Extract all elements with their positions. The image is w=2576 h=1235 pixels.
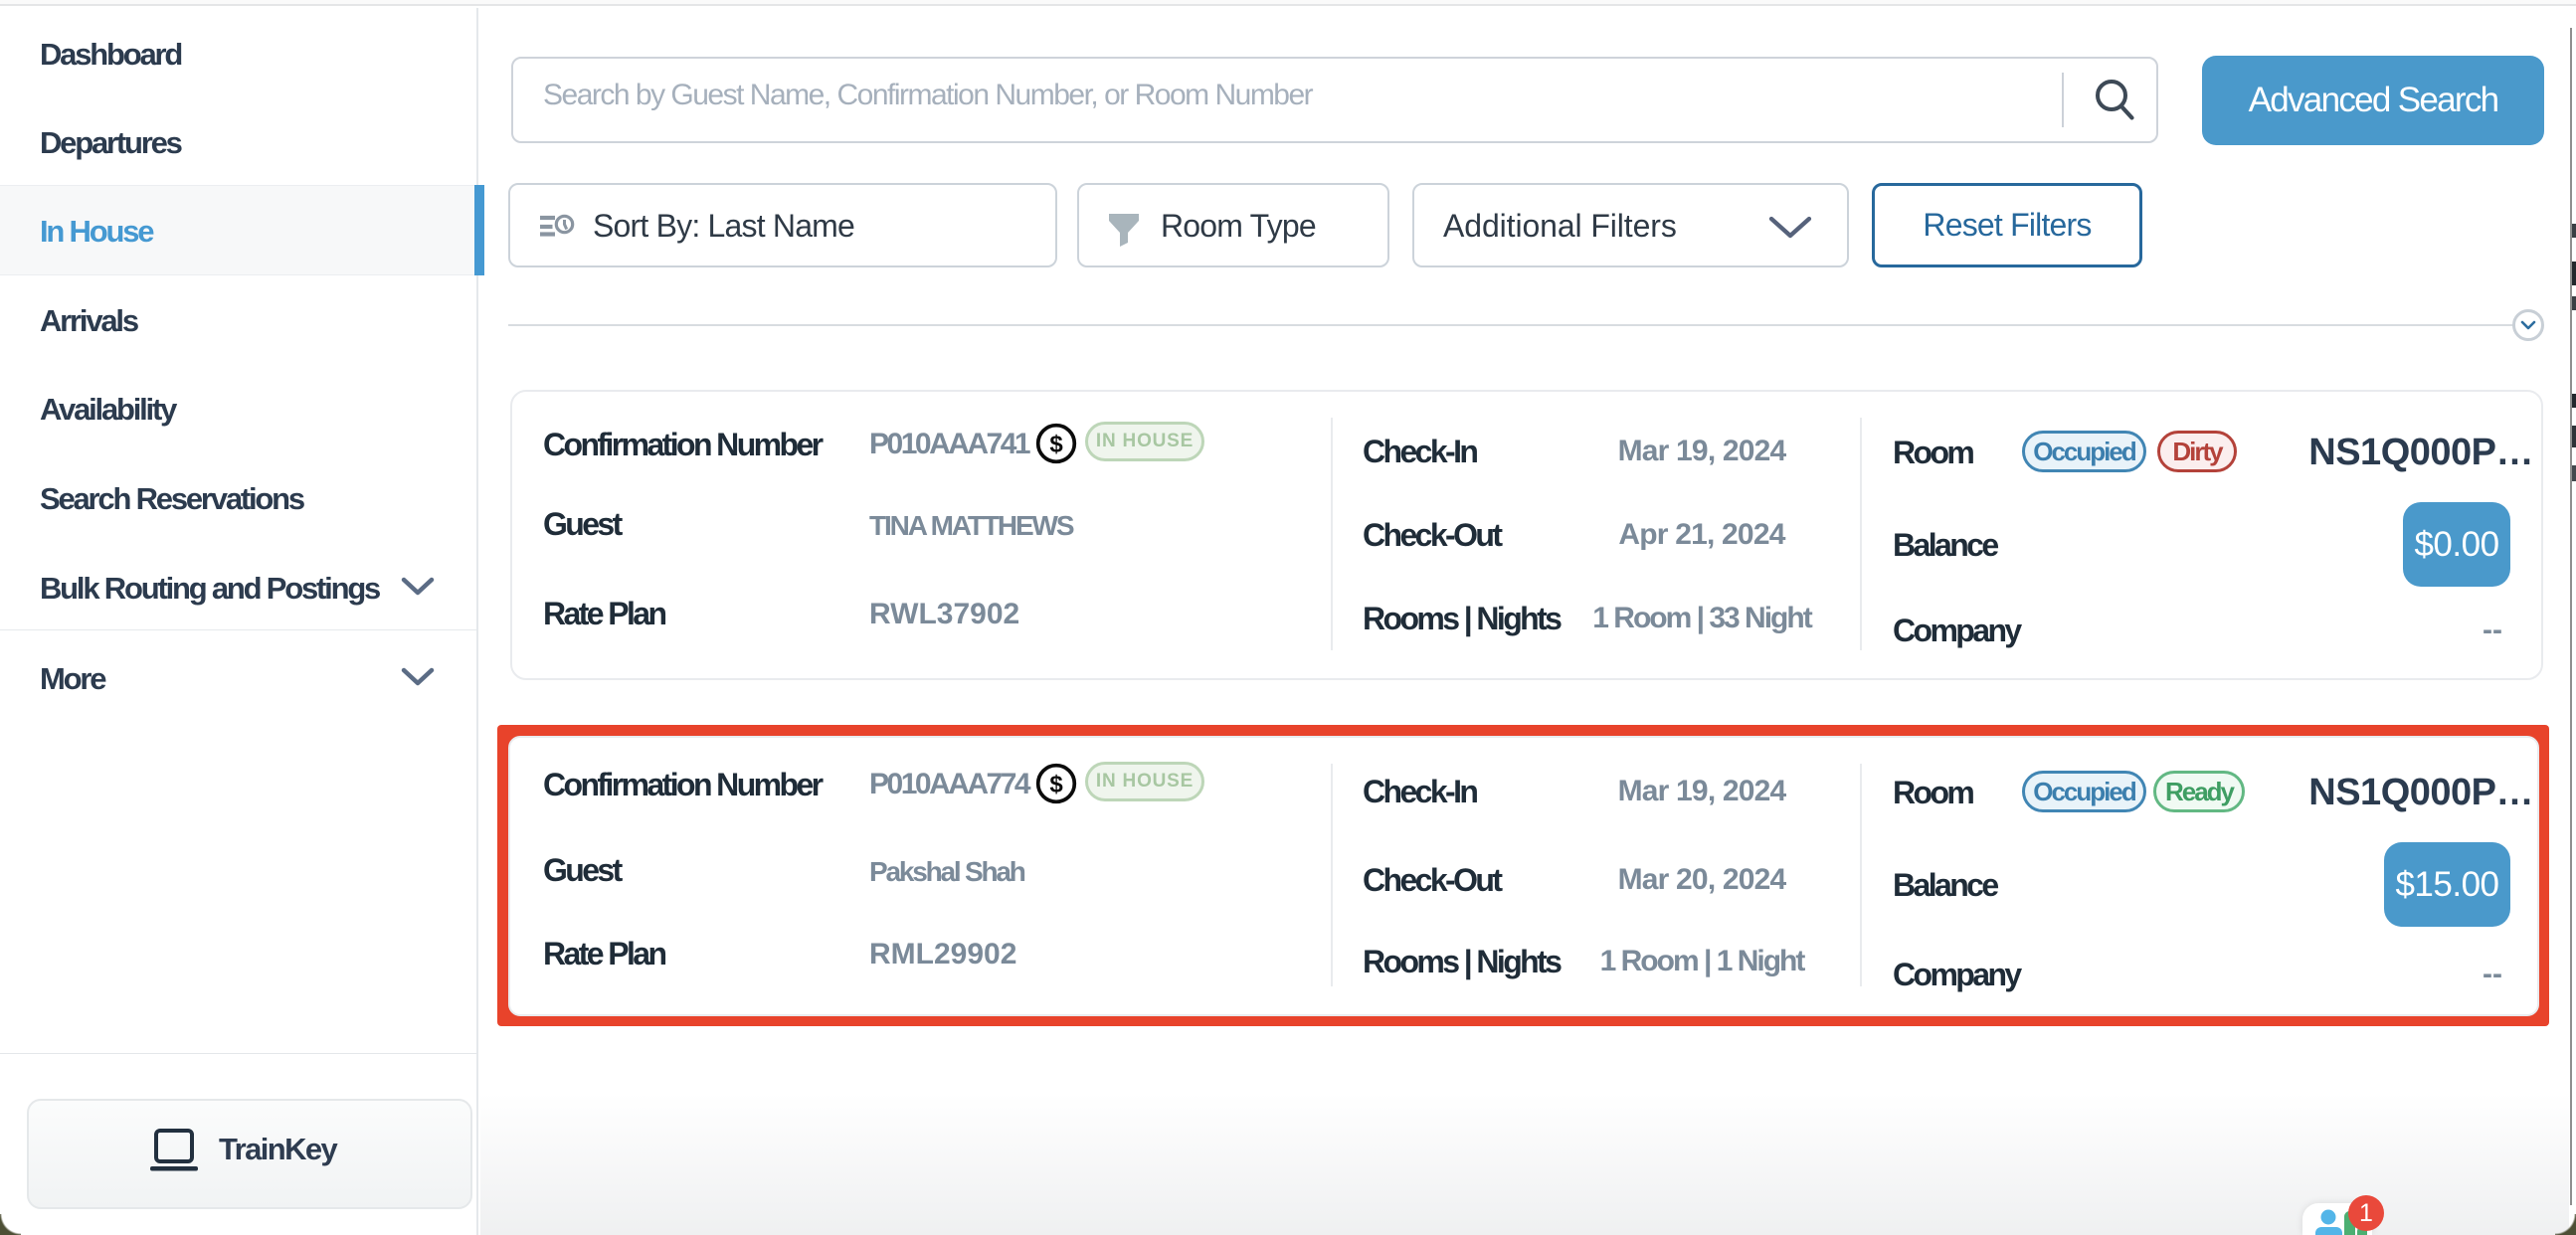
svg-text:$: $ [1049,432,1063,458]
svg-text:$: $ [1049,772,1063,798]
